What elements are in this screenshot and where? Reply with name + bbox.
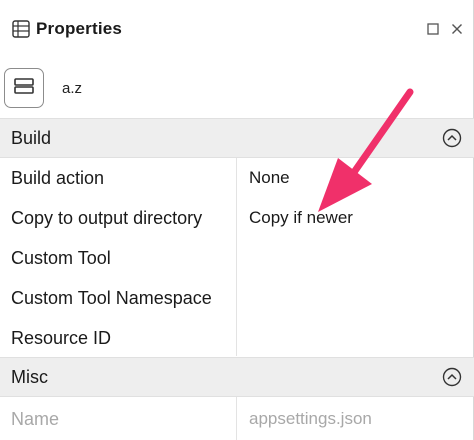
section-header-build[interactable]: Build — [0, 118, 474, 158]
properties-panel: Properties a.z Build Build action None C… — [0, 0, 474, 440]
panel-titlebar: Properties — [0, 0, 474, 58]
property-label: Name — [11, 409, 60, 429]
property-label: Custom Tool — [11, 248, 111, 268]
selected-object-name: a.z — [62, 79, 83, 97]
property-label: Custom Tool Namespace — [11, 288, 212, 308]
property-row-name[interactable]: Name appsettings.json — [0, 399, 474, 439]
property-label: Resource ID — [11, 328, 112, 348]
collapse-icon[interactable] — [442, 367, 462, 387]
object-selector-row: a.z — [0, 58, 474, 118]
property-label: Build action — [11, 168, 105, 188]
section-title-build: Build — [11, 127, 52, 148]
properties-list-icon — [12, 20, 30, 38]
property-row-copy-to-output[interactable]: Copy to output directory Copy if newer — [0, 198, 474, 238]
property-value[interactable]: None — [249, 168, 290, 188]
property-row-custom-tool-namespace[interactable]: Custom Tool Namespace — [0, 278, 474, 318]
property-row-resource-id[interactable]: Resource ID — [0, 318, 474, 358]
property-row-build-action[interactable]: Build action None — [0, 158, 474, 198]
panel-title: Properties — [36, 19, 123, 38]
maximize-icon[interactable] — [426, 22, 440, 36]
property-pages-icon — [14, 77, 34, 99]
section-title-misc: Misc — [11, 366, 48, 387]
close-icon[interactable] — [450, 22, 464, 36]
property-label: Copy to output directory — [11, 208, 203, 228]
property-row-custom-tool[interactable]: Custom Tool — [0, 238, 474, 278]
collapse-icon[interactable] — [442, 128, 462, 148]
section-header-misc[interactable]: Misc — [0, 357, 474, 397]
property-value[interactable]: Copy if newer — [249, 208, 353, 228]
property-pages-button[interactable] — [4, 68, 44, 108]
property-value[interactable]: appsettings.json — [249, 409, 372, 429]
